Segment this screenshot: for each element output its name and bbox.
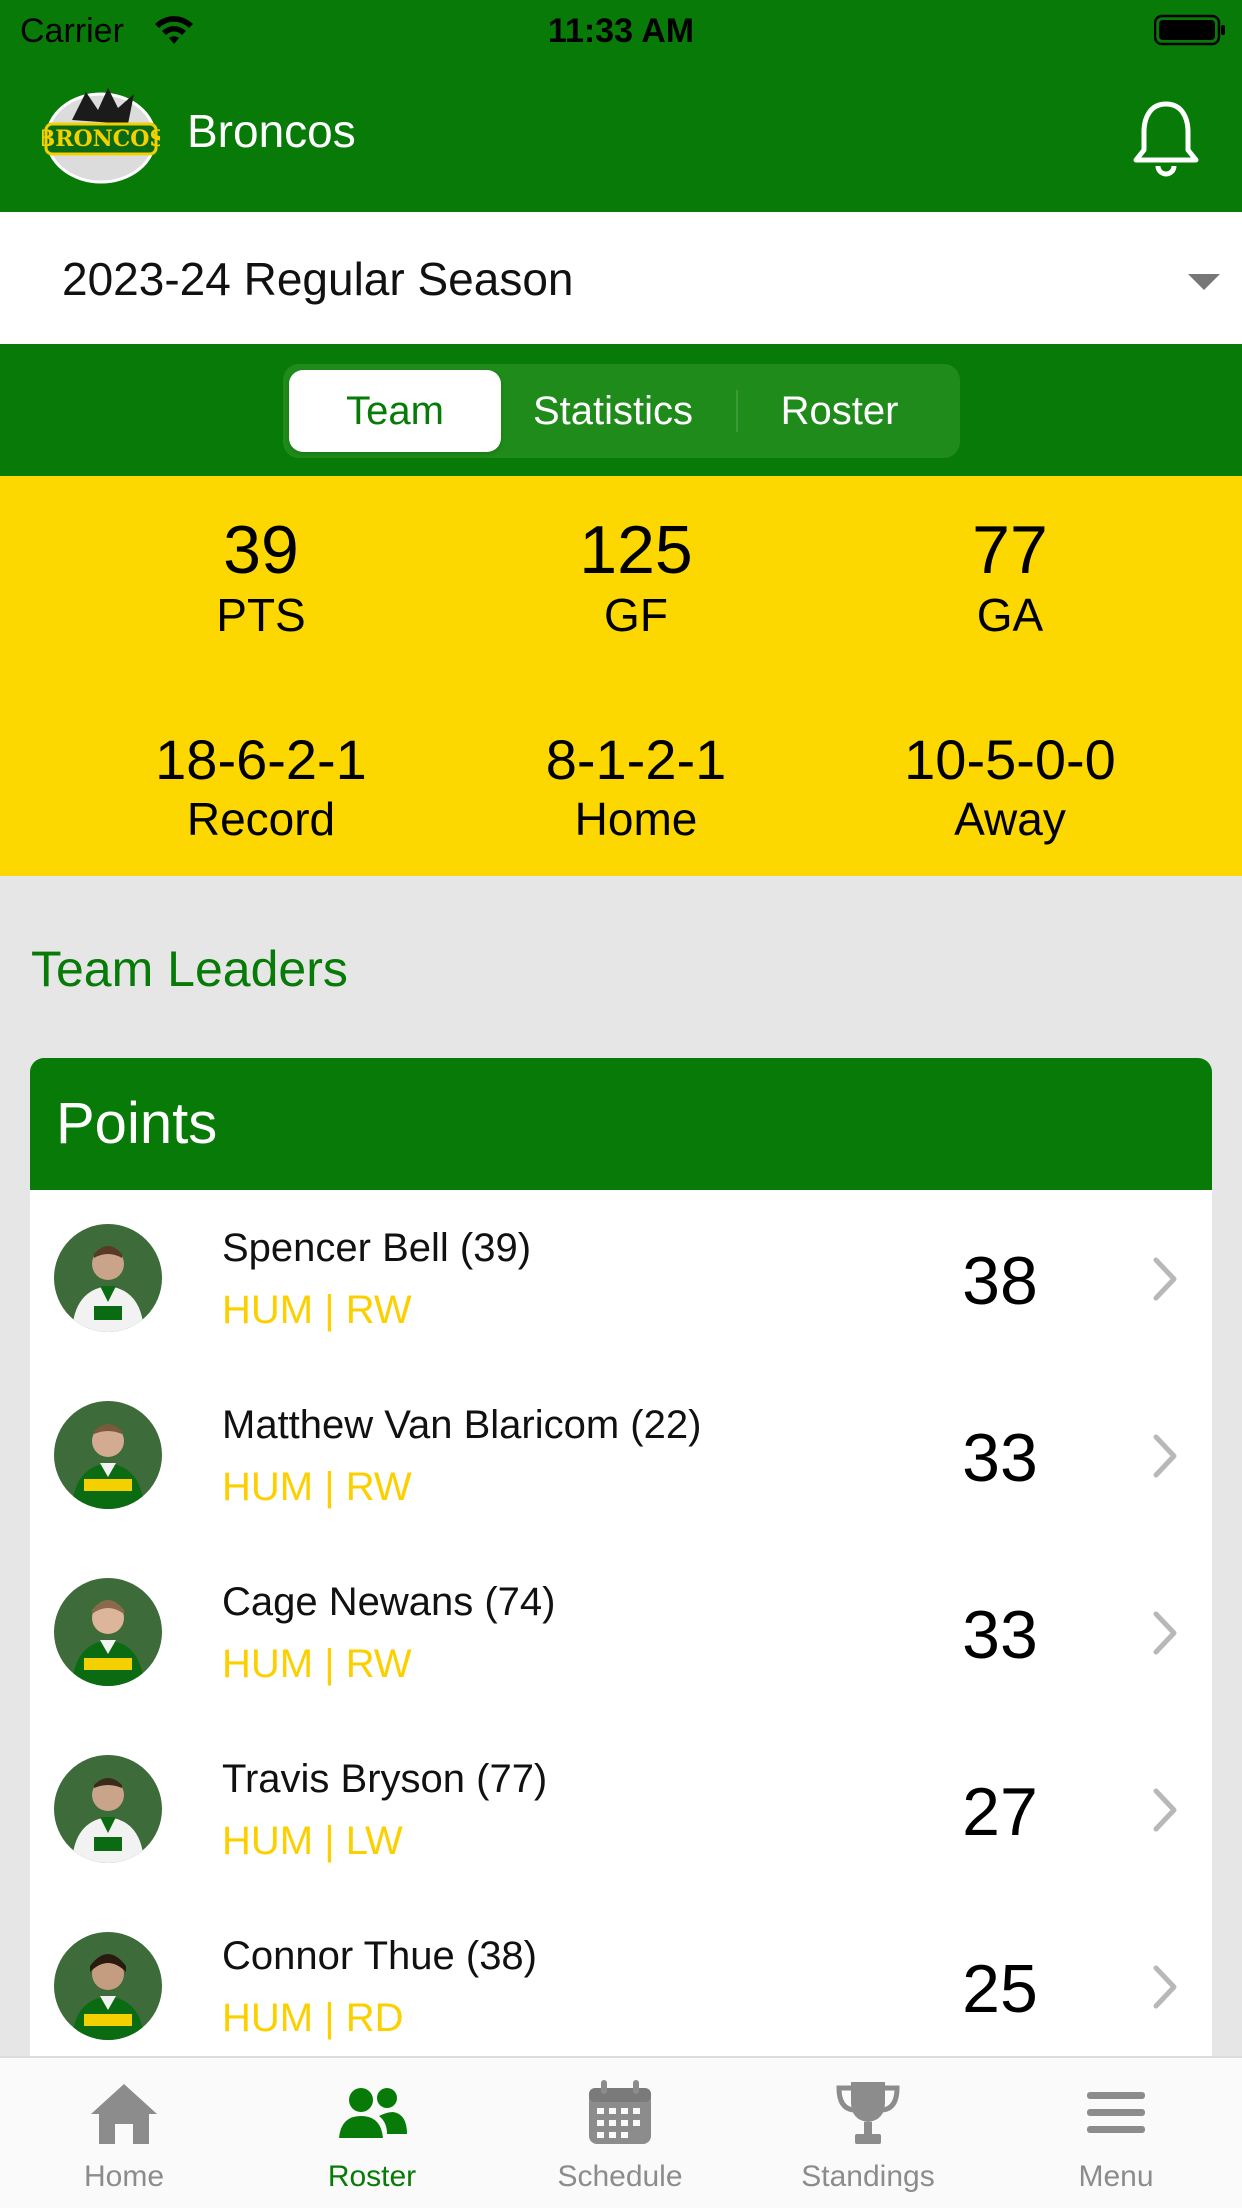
player-name: Matthew Van Blaricom (22) bbox=[222, 1403, 702, 1447]
stat-away: 10-5-0-0 Away bbox=[860, 732, 1160, 845]
trophy-icon bbox=[836, 2082, 900, 2144]
player-name: Connor Thue (38) bbox=[222, 1934, 537, 1978]
menu-icon bbox=[1087, 2092, 1145, 2133]
broncos-logo-icon: BRONCOS bbox=[42, 88, 160, 184]
player-points: 33 bbox=[962, 1597, 1038, 1673]
stat-value: 10-5-0-0 bbox=[904, 728, 1116, 791]
stat-value: 77 bbox=[972, 512, 1048, 588]
tab-menu[interactable]: Menu bbox=[1016, 2078, 1216, 2194]
svg-text:BRONCOS: BRONCOS bbox=[42, 126, 160, 152]
team-leaders-title: Team Leaders bbox=[31, 941, 348, 997]
player-team-position: HUM | RW bbox=[222, 1465, 412, 1509]
stat-home: 8-1-2-1 Home bbox=[486, 732, 786, 845]
list-item[interactable]: Spencer Bell (39) HUM | RW 38 bbox=[30, 1190, 1212, 1367]
stat-gf: 125 GF bbox=[486, 516, 786, 641]
list-item[interactable]: Connor Thue (38) HUM | RD 25 bbox=[30, 1898, 1212, 2058]
season-label: 2023-24 Regular Season bbox=[62, 253, 574, 305]
stat-pts: 39 PTS bbox=[111, 516, 411, 641]
avatar bbox=[54, 1932, 162, 2040]
segment-bar: Team Statistics Roster bbox=[0, 344, 1242, 476]
stat-record: 18-6-2-1 Record bbox=[111, 732, 411, 845]
tab-label: Roster bbox=[327, 2160, 417, 2193]
chevron-down-icon bbox=[1188, 274, 1220, 290]
home-icon bbox=[91, 2084, 157, 2144]
bell-icon[interactable] bbox=[1130, 98, 1202, 178]
list-item[interactable]: Travis Bryson (77) HUM | LW 27 bbox=[30, 1721, 1212, 1898]
calendar-icon bbox=[589, 2080, 651, 2144]
stat-label: GF bbox=[604, 589, 668, 641]
battery-icon bbox=[1154, 14, 1225, 46]
player-team-position: HUM | RW bbox=[222, 1642, 412, 1686]
stat-value: 18-6-2-1 bbox=[155, 728, 367, 791]
roster-icon bbox=[339, 2088, 407, 2138]
stat-label: Home bbox=[574, 793, 698, 845]
tab-label: Home bbox=[83, 2160, 165, 2193]
player-name: Cage Newans (74) bbox=[222, 1580, 556, 1624]
bottom-tab-bar: Home Roster Schedule Standings Menu bbox=[0, 2056, 1242, 2208]
team-stats-panel: 39 PTS 125 GF 77 GA 18-6-2-1 Record 8-1-… bbox=[0, 476, 1242, 876]
stat-label: PTS bbox=[216, 589, 306, 641]
season-selector[interactable]: 2023-24 Regular Season bbox=[0, 212, 1242, 344]
chevron-right-icon bbox=[1153, 1965, 1177, 2009]
tab-home[interactable]: Home bbox=[24, 2078, 224, 2194]
tab-team[interactable]: Team bbox=[289, 370, 501, 452]
avatar bbox=[54, 1224, 162, 1332]
player-points: 38 bbox=[962, 1243, 1038, 1319]
team-name: Broncos bbox=[187, 105, 356, 157]
stat-label: Record bbox=[186, 793, 336, 845]
stat-label: Away bbox=[954, 793, 1066, 845]
chevron-right-icon bbox=[1153, 1611, 1177, 1655]
tab-label: Schedule bbox=[557, 2160, 683, 2193]
tab-label: Menu bbox=[1078, 2160, 1154, 2193]
player-points: 25 bbox=[962, 1951, 1038, 2027]
segmented-control: Team Statistics Roster bbox=[283, 364, 960, 458]
chevron-right-icon bbox=[1153, 1788, 1177, 1832]
avatar bbox=[54, 1755, 162, 1863]
app-header: BRONCOS Broncos bbox=[0, 62, 1242, 212]
tab-statistics[interactable]: Statistics bbox=[501, 370, 725, 452]
stat-ga: 77 GA bbox=[860, 516, 1160, 641]
card-title: Points bbox=[30, 1058, 1212, 1190]
tab-standings[interactable]: Standings bbox=[768, 2078, 968, 2194]
player-team-position: HUM | RD bbox=[222, 1996, 404, 2040]
clock: 11:33 AM bbox=[547, 12, 695, 50]
avatar bbox=[54, 1401, 162, 1509]
chevron-right-icon bbox=[1153, 1434, 1177, 1478]
tab-roster-nav[interactable]: Roster bbox=[272, 2078, 472, 2194]
tab-schedule[interactable]: Schedule bbox=[520, 2078, 720, 2194]
stat-value: 8-1-2-1 bbox=[545, 728, 727, 791]
status-bar: Carrier 11:33 AM bbox=[0, 0, 1242, 62]
points-leaders-card: Points Spencer Bell (39) HUM | RW 38 Mat… bbox=[30, 1058, 1212, 2058]
list-item[interactable]: Cage Newans (74) HUM | RW 33 bbox=[30, 1544, 1212, 1721]
avatar bbox=[54, 1578, 162, 1686]
player-points: 33 bbox=[962, 1420, 1038, 1496]
player-team-position: HUM | LW bbox=[222, 1819, 403, 1863]
list-item[interactable]: Matthew Van Blaricom (22) HUM | RW 33 bbox=[30, 1367, 1212, 1544]
tab-roster[interactable]: Roster bbox=[725, 370, 954, 452]
stat-value: 125 bbox=[579, 512, 693, 588]
tab-label: Standings bbox=[801, 2160, 935, 2193]
stat-label: GA bbox=[976, 589, 1044, 641]
player-team-position: HUM | RW bbox=[222, 1288, 412, 1332]
chevron-right-icon bbox=[1153, 1257, 1177, 1301]
player-points: 27 bbox=[962, 1774, 1038, 1850]
player-name: Spencer Bell (39) bbox=[222, 1226, 532, 1270]
stat-value: 39 bbox=[223, 512, 299, 588]
player-name: Travis Bryson (77) bbox=[222, 1757, 548, 1801]
